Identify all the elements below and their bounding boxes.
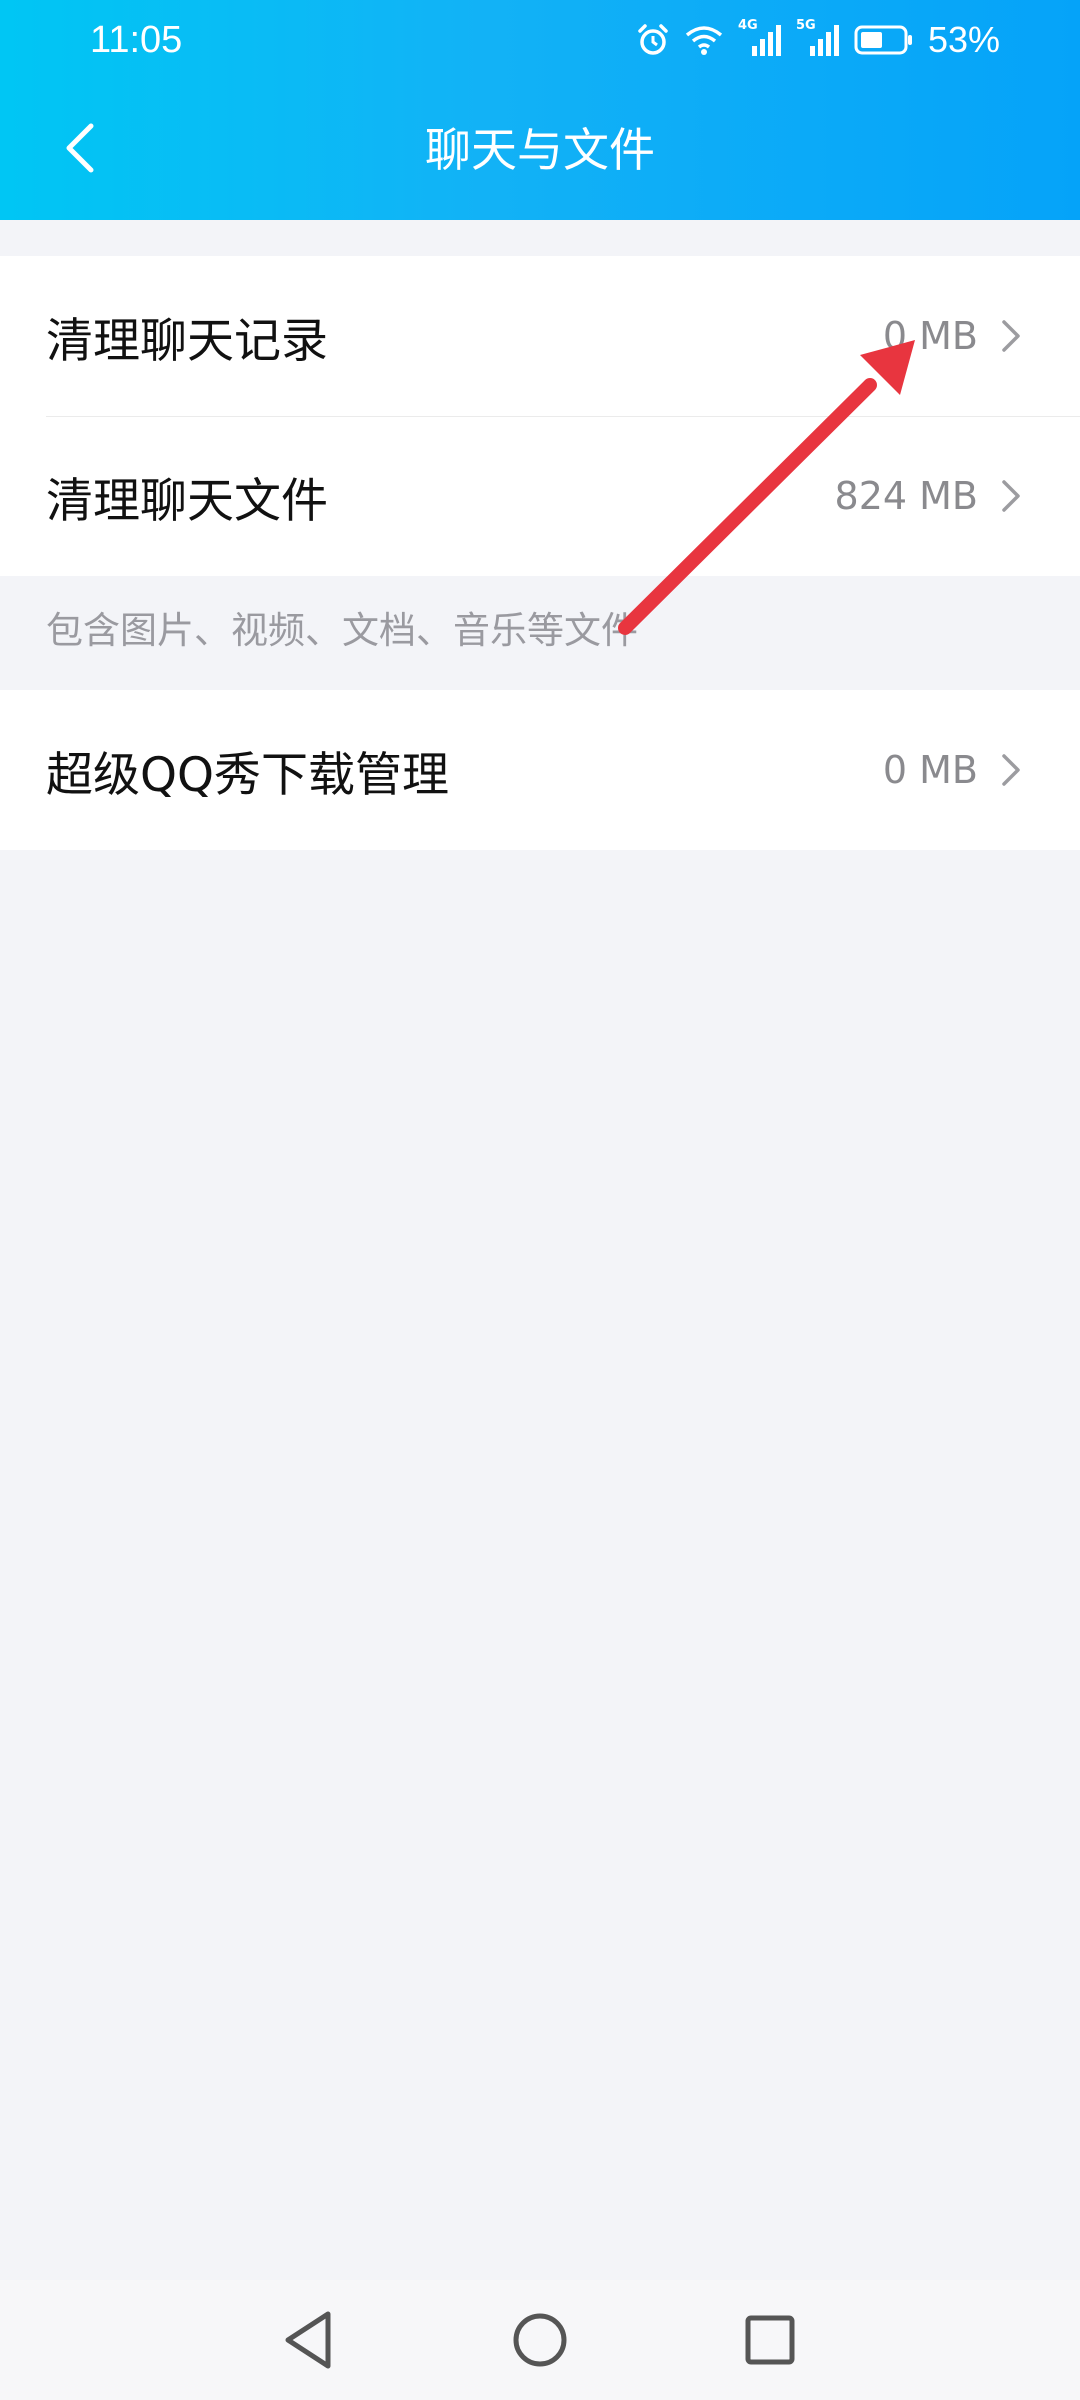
app-header: 11:05 4G 5G 53% 聊天与文件 (0, 0, 1080, 220)
row-label: 清理聊天记录 (46, 313, 328, 369)
network-type-label: 4G (737, 18, 758, 33)
circle-home-icon[interactable] (500, 2300, 580, 2380)
clear-chat-history-row[interactable]: 清理聊天记录 0 MB (0, 256, 1080, 416)
chevron-right-icon (1000, 750, 1024, 790)
status-bar: 11:05 4G 5G 53% (0, 0, 1080, 80)
system-nav-bar (0, 2280, 1080, 2400)
status-icons: 4G 5G 53% (636, 16, 1000, 64)
signal-icon: 4G (738, 18, 782, 58)
row-value: 0 MB (882, 314, 978, 358)
network-type-label: 5G (795, 18, 816, 33)
storage-group-qqshow: 超级QQ秀下载管理 0 MB (0, 690, 1080, 850)
row-label: 清理聊天文件 (46, 473, 328, 529)
clear-chat-files-row[interactable]: 清理聊天文件 824 MB (0, 416, 1080, 576)
row-label: 超级QQ秀下载管理 (46, 747, 449, 803)
chevron-right-icon (1000, 316, 1024, 356)
battery-icon (854, 24, 914, 56)
status-time: 11:05 (90, 19, 183, 61)
chevron-right-icon (1000, 476, 1024, 516)
battery-percent: 53% (927, 19, 1000, 60)
files-hint-text: 包含图片、视频、文档、音乐等文件 (46, 609, 638, 652)
chevron-left-icon (63, 122, 97, 178)
back-button[interactable] (40, 120, 120, 180)
row-value: 0 MB (882, 748, 978, 792)
alarm-icon (636, 23, 670, 57)
signal-icon: 5G (796, 18, 840, 58)
title-bar: 聊天与文件 (0, 100, 1080, 200)
row-value: 824 MB (834, 474, 978, 518)
wifi-icon (684, 23, 724, 57)
super-qq-show-download-row[interactable]: 超级QQ秀下载管理 0 MB (0, 690, 1080, 850)
page-title: 聊天与文件 (425, 123, 655, 177)
square-recents-icon[interactable] (730, 2300, 810, 2380)
triangle-back-icon[interactable] (270, 2300, 350, 2380)
storage-group-chat: 清理聊天记录 0 MB 清理聊天文件 824 MB (0, 256, 1080, 576)
